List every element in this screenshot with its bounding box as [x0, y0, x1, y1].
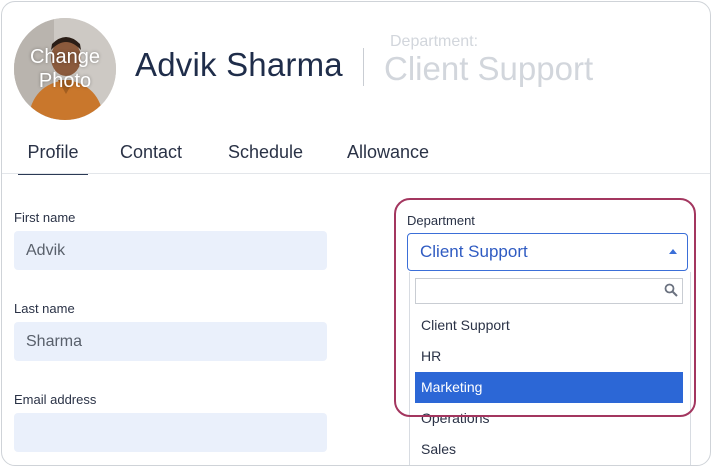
dropdown-option-sales[interactable]: Sales [415, 434, 683, 465]
avatar[interactable]: Change Photo [14, 18, 116, 120]
tab-profile[interactable]: Profile [18, 135, 88, 175]
department-highlight-outline [394, 198, 696, 417]
first-name-field[interactable]: Advik [14, 231, 327, 270]
change-photo-label[interactable]: Change Photo [14, 45, 116, 93]
department-header-value: Client Support [384, 50, 594, 87]
header-divider [363, 48, 364, 86]
tab-schedule[interactable]: Schedule [228, 135, 303, 173]
last-name-field[interactable]: Sharma [14, 322, 327, 361]
department-caption: Department: [390, 33, 479, 50]
email-label: Email address [14, 392, 97, 407]
first-name-label: First name [14, 210, 76, 225]
employee-name: Advik Sharma [135, 46, 343, 83]
tab-allowance[interactable]: Allowance [347, 135, 429, 173]
email-field[interactable] [14, 413, 327, 452]
tab-contact[interactable]: Contact [120, 135, 182, 173]
last-name-label: Last name [14, 301, 75, 316]
tab-divider [2, 173, 710, 174]
employee-profile-card: Change Photo Advik Sharma Department: Cl… [1, 1, 711, 466]
